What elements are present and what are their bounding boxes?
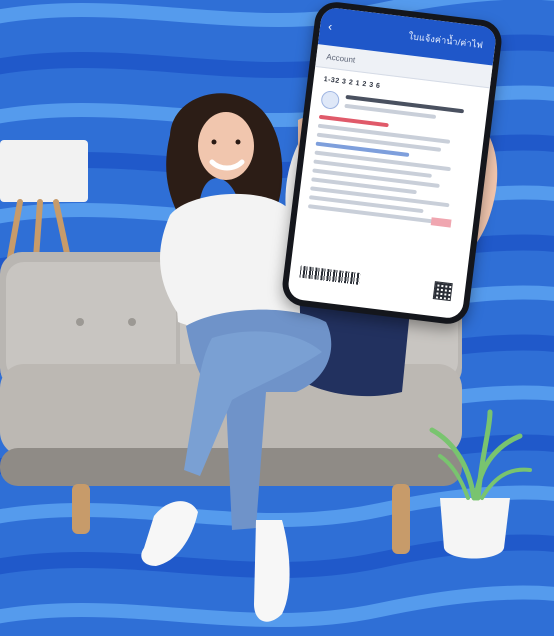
seal-icon bbox=[320, 89, 341, 110]
chevron-left-icon[interactable]: ‹ bbox=[327, 19, 343, 35]
qr-code bbox=[432, 281, 453, 302]
smartphone: ‹ ใบแจ้งค่าน้ำ/ค่าไฟ Account 1-32 3 2 1 … bbox=[280, 0, 504, 327]
barcode bbox=[299, 265, 361, 285]
app-title: ใบแจ้งค่าน้ำ/ค่าไฟ bbox=[408, 31, 484, 51]
bill-document: 1-32 3 2 1 2 3 6 bbox=[296, 67, 489, 241]
phone-screen: ‹ ใบแจ้งค่าน้ำ/ค่าไฟ Account 1-32 3 2 1 … bbox=[286, 6, 498, 320]
tab-account[interactable]: Account bbox=[326, 52, 356, 64]
